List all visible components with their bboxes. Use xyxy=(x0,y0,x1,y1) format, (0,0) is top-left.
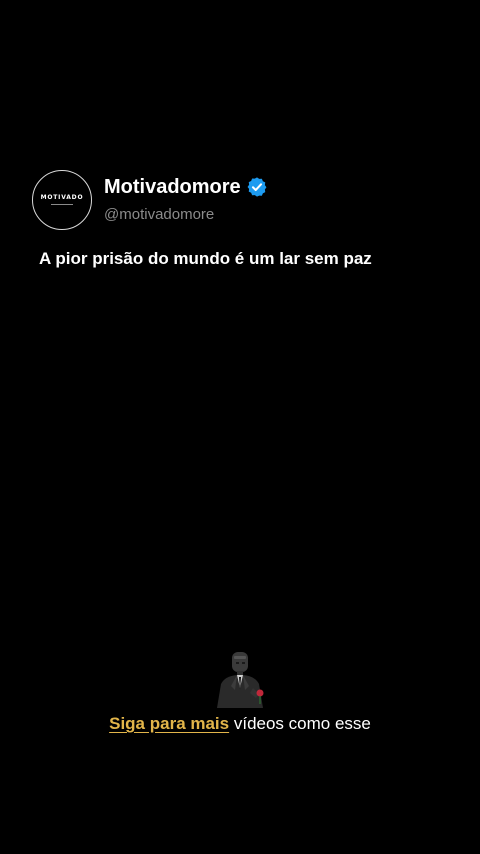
name-row: Motivadomore xyxy=(104,175,268,199)
display-name[interactable]: Motivadomore xyxy=(104,175,241,199)
avatar-divider xyxy=(51,204,73,205)
suited-figure-icon xyxy=(209,650,271,708)
follow-cta-text: vídeos como esse xyxy=(229,714,371,733)
follow-cta: Siga para mais vídeos como esse xyxy=(0,713,480,735)
post-text: A pior prisão do mundo é um lar sem paz xyxy=(39,249,372,268)
follow-link[interactable]: Siga para mais xyxy=(109,714,229,733)
user-handle[interactable]: @motivadomore xyxy=(104,206,214,224)
avatar[interactable]: MOTIVADO xyxy=(32,170,92,230)
verified-badge-icon xyxy=(246,176,268,198)
avatar-brand-text: MOTIVADO xyxy=(40,194,84,201)
